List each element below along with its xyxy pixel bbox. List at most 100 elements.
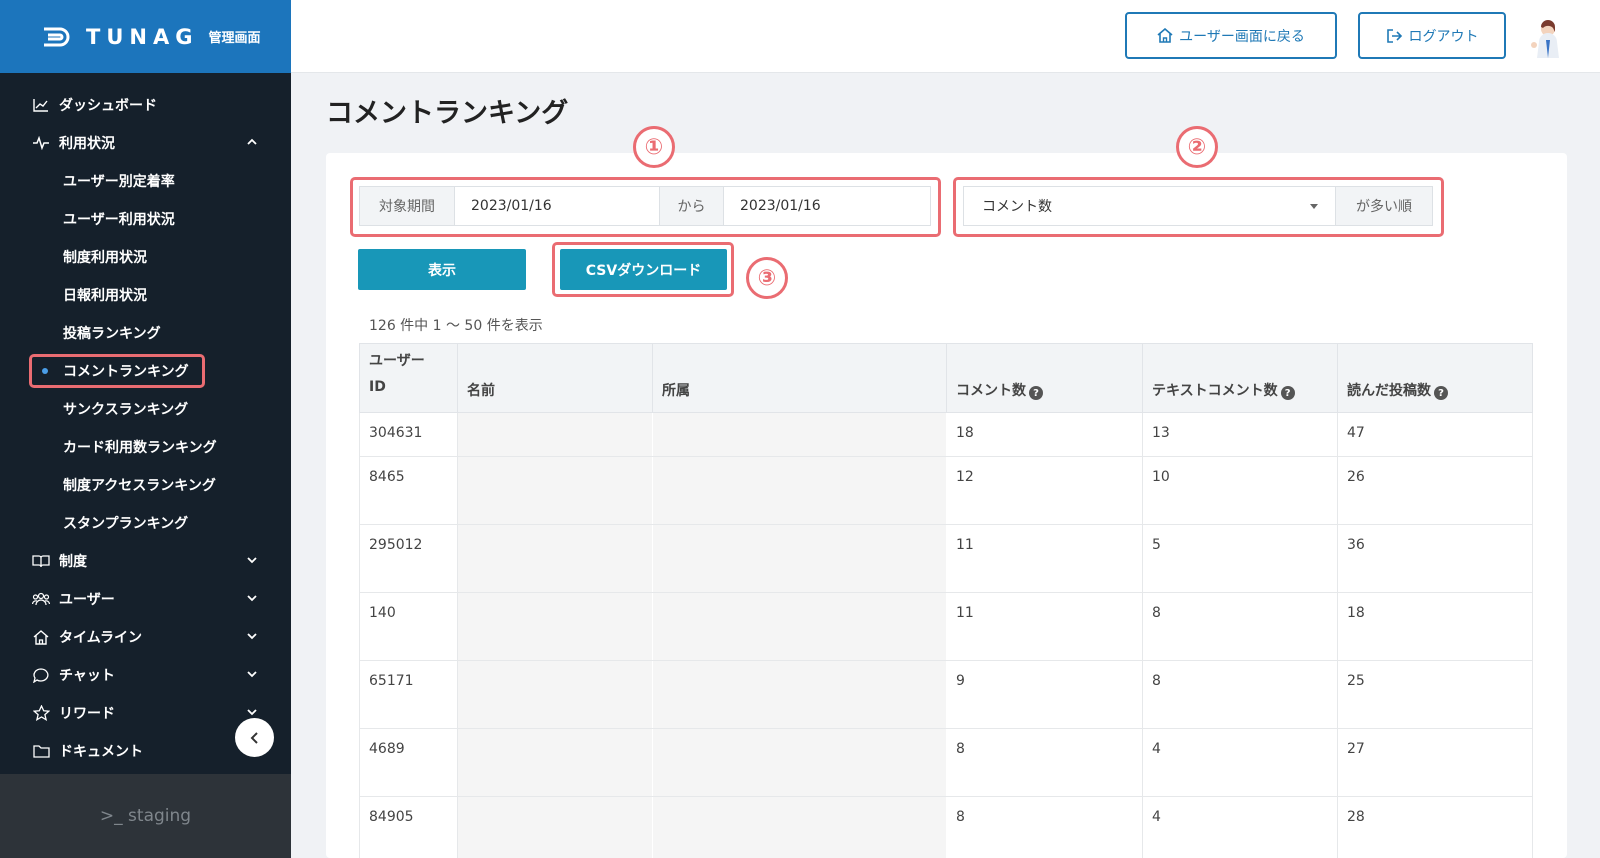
sidebar-item-timeline[interactable]: タイムライン: [0, 618, 291, 656]
cell-name: [457, 660, 653, 729]
sort-by-select[interactable]: コメント数: [963, 186, 1336, 226]
cell-read-post-count: 47: [1337, 412, 1533, 457]
help-icon[interactable]: ?: [1280, 386, 1295, 400]
sidebar-subitem-label: ユーザー利用状況: [63, 212, 175, 228]
sidebar-subitem-user-usage[interactable]: ユーザー利用状況: [0, 200, 291, 238]
column-header-label: テキストコメント数: [1152, 382, 1278, 399]
table-row[interactable]: 304631 18 13 47: [359, 412, 1533, 457]
column-header-text-comment-count[interactable]: テキストコメント数?: [1142, 343, 1338, 413]
cell-user-id: 84905: [359, 796, 458, 858]
table-row[interactable]: 140 11 8 18: [359, 592, 1533, 661]
chat-bubble-icon: [32, 666, 50, 684]
cell-comment-count: 12: [946, 456, 1143, 525]
sidebar-subitem-post-ranking[interactable]: 投稿ランキング: [0, 314, 291, 352]
sidebar-subitem-label: カード利用数ランキング: [63, 440, 217, 456]
sidebar-subitem-label: 制度アクセスランキング: [63, 478, 216, 494]
column-header-name[interactable]: 名前: [457, 343, 653, 413]
sidebar-subitem-thanks-ranking[interactable]: サンクスランキング: [0, 390, 291, 428]
annotation-number-1: ①: [633, 126, 675, 168]
annotation-number-3: ③: [746, 257, 788, 299]
sidebar-subitem-comment-ranking[interactable]: コメントランキング: [0, 352, 291, 390]
column-header-department[interactable]: 所属: [652, 343, 947, 413]
table-row[interactable]: 8465 12 10 26: [359, 456, 1533, 525]
sidebar-subitem-user-retention[interactable]: ユーザー別定着率: [0, 162, 291, 200]
cell-text-comment-count: 5: [1142, 524, 1338, 593]
cell-text-comment-count: 8: [1142, 592, 1338, 661]
sidebar-item-dashboard[interactable]: ダッシュボード: [0, 86, 291, 124]
comment-ranking-table: ユーザー ID 名前 所属 コメント数? テキストコメント数? 読んだ投稿数? …: [359, 343, 1533, 858]
cell-text-comment-count: 10: [1142, 456, 1338, 525]
sort-by-select-value: コメント数: [982, 199, 1052, 215]
logo-bar[interactable]: TUNAG 管理画面: [0, 0, 291, 73]
column-header-read-post-count[interactable]: 読んだ投稿数?: [1337, 343, 1533, 413]
sidebar-item-label: タイムライン: [59, 630, 143, 646]
result-count: 126 件中 1 〜 50 件を表示: [369, 318, 543, 334]
table-body: 304631 18 13 47 8465 12 10 26 295012 11 5 36 140 11 8 1…: [359, 412, 1533, 858]
cell-department: [652, 660, 947, 729]
logout-button[interactable]: ログアウト: [1358, 12, 1506, 59]
from-label: から: [659, 186, 724, 226]
tunag-logo-icon: [44, 27, 70, 46]
chevron-up-icon: [247, 138, 257, 145]
table-row[interactable]: 84905 8 4 28: [359, 796, 1533, 858]
column-header-comment-count[interactable]: コメント数?: [946, 343, 1143, 413]
users-icon: [32, 590, 50, 608]
top-header: ユーザー画面に戻る ログアウト: [291, 0, 1600, 73]
table-row[interactable]: 4689 8 4 27: [359, 728, 1533, 797]
home-icon: [1157, 28, 1173, 43]
sidebar-item-label: ドキュメント: [59, 744, 143, 760]
sidebar-collapse-button[interactable]: [235, 718, 274, 757]
sidebar-subitem-system-usage[interactable]: 制度利用状況: [0, 238, 291, 276]
sidebar-subitem-daily-report-usage[interactable]: 日報利用状況: [0, 276, 291, 314]
cell-comment-count: 11: [946, 592, 1143, 661]
sidebar-subitem-card-usage-ranking[interactable]: カード利用数ランキング: [0, 428, 291, 466]
cell-text-comment-count: 8: [1142, 660, 1338, 729]
end-date-input[interactable]: 2023/01/16: [723, 186, 931, 226]
sidebar-item-chat[interactable]: チャット: [0, 656, 291, 694]
folder-icon: [32, 742, 50, 760]
cell-text-comment-count: 13: [1142, 412, 1338, 457]
cell-user-id: 304631: [359, 412, 458, 457]
sidebar-item-system[interactable]: 制度: [0, 542, 291, 580]
sidebar-item-users[interactable]: ユーザー: [0, 580, 291, 618]
cell-comment-count: 9: [946, 660, 1143, 729]
cell-comment-count: 11: [946, 524, 1143, 593]
sidebar-item-label: チャット: [59, 668, 115, 684]
sidebar-subitem-label: 制度利用状況: [63, 250, 147, 266]
logout-label: ログアウト: [1408, 28, 1479, 45]
table-header-row: ユーザー ID 名前 所属 コメント数? テキストコメント数? 読んだ投稿数?: [359, 343, 1533, 413]
page-title: コメントランキング: [326, 98, 569, 129]
cell-department: [652, 796, 947, 858]
sidebar-item-label: ユーザー: [59, 592, 115, 608]
start-date-input[interactable]: 2023/01/16: [454, 186, 660, 226]
show-button[interactable]: 表示: [358, 249, 526, 290]
cell-name: [457, 456, 653, 525]
help-icon[interactable]: ?: [1434, 386, 1448, 400]
pulse-icon: [32, 134, 50, 152]
cell-department: [652, 412, 947, 457]
sidebar-item-usage[interactable]: 利用状況: [0, 124, 291, 162]
user-avatar[interactable]: [1526, 18, 1566, 58]
column-header-user-id[interactable]: ユーザー ID: [359, 343, 458, 413]
table-row[interactable]: 65171 9 8 25: [359, 660, 1533, 729]
sidebar-subitem-label: ユーザー別定着率: [63, 174, 175, 190]
cell-name: [457, 728, 653, 797]
chevron-down-icon: [247, 671, 257, 678]
table-row[interactable]: 295012 11 5 36: [359, 524, 1533, 593]
column-header-label: 読んだ投稿数: [1347, 382, 1431, 399]
column-header-label: コメント数: [956, 382, 1026, 399]
sidebar-subitem-stamp-ranking[interactable]: スタンプランキング: [0, 504, 291, 542]
cell-read-post-count: 25: [1337, 660, 1533, 729]
sidebar-subitem-system-access-ranking[interactable]: 制度アクセスランキング: [0, 466, 291, 504]
active-highlight-box: [29, 354, 205, 388]
help-icon[interactable]: ?: [1029, 386, 1043, 400]
cell-text-comment-count: 4: [1142, 728, 1338, 797]
sidebar-subitem-label: サンクスランキング: [63, 402, 189, 418]
back-to-user-screen-button[interactable]: ユーザー画面に戻る: [1125, 12, 1337, 59]
logout-icon: [1386, 28, 1402, 43]
cell-read-post-count: 18: [1337, 592, 1533, 661]
cell-read-post-count: 28: [1337, 796, 1533, 858]
csv-download-button[interactable]: CSVダウンロード: [560, 249, 727, 290]
cell-name: [457, 592, 653, 661]
back-to-user-screen-label: ユーザー画面に戻る: [1179, 28, 1305, 45]
